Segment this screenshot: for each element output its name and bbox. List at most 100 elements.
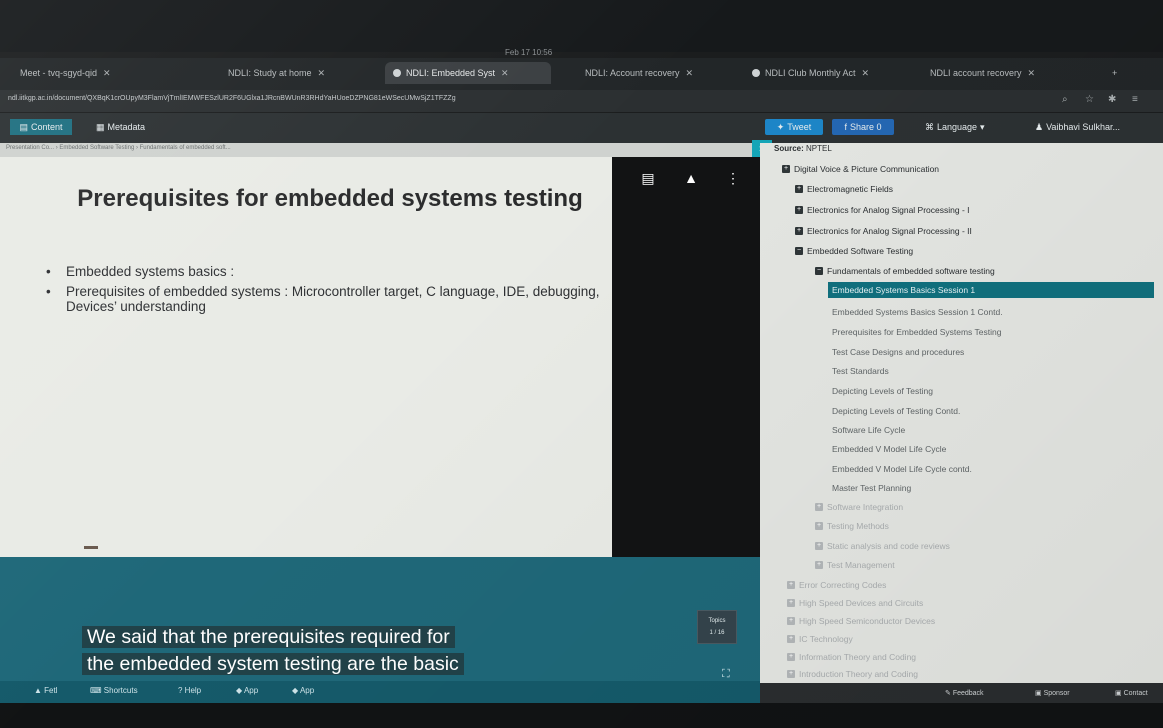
slide-bullet: Prerequisites of embedded systems : Micr… <box>46 284 606 315</box>
tab-study-at-home[interactable]: NDLI: Study at home ✕ <box>228 62 373 84</box>
tab-meet[interactable]: Meet - tvq-sgyd-qid ✕ <box>20 62 180 84</box>
breadcrumb[interactable]: Presentation Co... › Embedded Software T… <box>6 145 231 151</box>
user-icon: ♟ <box>1035 121 1044 132</box>
contact-link[interactable]: ▣ Contact <box>1115 689 1148 697</box>
favicon-icon <box>752 69 760 77</box>
expand-icon: + <box>787 670 795 678</box>
topics-count: 1 / 16 <box>709 630 725 636</box>
tree-item[interactable]: + IC Technology <box>787 634 853 644</box>
tree-item[interactable]: + Electronics for Analog Signal Processin… <box>795 205 970 215</box>
zoom-icon[interactable]: ⌕ <box>1062 94 1068 105</box>
expand-icon: + <box>787 653 795 661</box>
tab-label: NDLI Club Monthly Act <box>765 68 856 78</box>
tree-item[interactable]: + Electronics for Analog Signal Processin… <box>795 226 972 236</box>
tree-item[interactable]: + Digital Voice & Picture Communication <box>782 164 939 174</box>
tab-account-recovery-2[interactable]: NDLI account recovery ✕ <box>930 62 1080 84</box>
topics-badge[interactable]: Topics 1 / 16 <box>697 610 737 644</box>
favicon-icon <box>393 69 401 77</box>
close-icon[interactable]: ✕ <box>862 68 870 79</box>
bottom-btn-app[interactable]: ◆ App <box>236 686 258 695</box>
expand-icon: + <box>787 599 795 607</box>
tree-leaf[interactable]: Embedded Systems Basics Session 1 Contd. <box>832 307 1003 317</box>
tree-leaf[interactable]: Test Standards <box>832 366 889 376</box>
tab-club-monthly[interactable]: NDLI Club Monthly Act ✕ <box>752 62 917 84</box>
more-vertical-icon[interactable]: ⋮ <box>725 170 741 186</box>
tab-account-recovery[interactable]: NDLI: Account recovery ✕ <box>585 62 740 84</box>
tree-leaf-selected[interactable]: Embedded Systems Basics Session 1 <box>832 285 975 295</box>
expand-icon: + <box>787 635 795 643</box>
slide-bullet: Embedded systems basics : <box>46 264 606 280</box>
tab-embedded-systems[interactable]: NDLI: Embedded Syst ✕ <box>385 62 551 84</box>
expand-icon: + <box>815 522 823 530</box>
expand-icon: + <box>815 561 823 569</box>
tree-item[interactable]: + Information Theory and Coding <box>787 652 916 662</box>
extensions-icon[interactable]: ✱ <box>1108 94 1116 105</box>
bottom-btn-help[interactable]: ? Help <box>178 686 201 695</box>
bottom-btn-app-2[interactable]: ◆ App <box>292 686 314 695</box>
feedback-link[interactable]: ✎ Feedback <box>945 689 984 697</box>
tree-item[interactable]: + Testing Methods <box>815 521 889 531</box>
close-icon[interactable]: ✕ <box>103 68 111 79</box>
language-dropdown[interactable]: ⌘ Language ▾ <box>925 119 1015 135</box>
expand-icon: + <box>795 206 803 214</box>
tree-item-expanded[interactable]: − Embedded Software Testing <box>795 246 913 256</box>
tree-item[interactable]: + Electromagnetic Fields <box>795 184 893 194</box>
metadata-tab[interactable]: ▦ Metadata <box>96 119 176 135</box>
tree-leaf[interactable]: Embedded V Model Life Cycle <box>832 444 946 454</box>
close-icon[interactable]: ✕ <box>501 68 509 79</box>
tree-item[interactable]: + Error Correcting Codes <box>787 580 886 590</box>
tree-item[interactable]: + High Speed Semiconductor Devices <box>787 616 935 626</box>
tree-item-expanded[interactable]: − Fundamentals of embedded software testi… <box>815 266 995 276</box>
expand-icon: + <box>795 185 803 193</box>
system-clock: Feb 17 10:56 <box>505 48 553 57</box>
tree-item[interactable]: + Test Management <box>815 560 895 570</box>
video-side-panel <box>612 157 760 557</box>
graduation-cap-icon[interactable]: ▲ <box>683 170 699 186</box>
monitor-bezel-top <box>0 0 1163 52</box>
tab-label: NDLI: Account recovery <box>585 68 680 78</box>
tab-label: Meet - tvq-sgyd-qid <box>20 68 98 78</box>
slide-bullets: Embedded systems basics : Prerequisites … <box>46 264 606 319</box>
content-tab[interactable]: ▤ Content <box>10 119 72 135</box>
star-icon[interactable]: ☆ <box>1085 94 1094 105</box>
tree-leaf[interactable]: Depicting Levels of Testing <box>832 386 933 396</box>
close-icon[interactable]: ✕ <box>686 68 694 79</box>
tree-leaf[interactable]: Test Case Designs and procedures <box>832 347 964 357</box>
tree-item[interactable]: + Software Integration <box>815 502 903 512</box>
caption-line-2: the embedded system testing are the basi… <box>82 653 464 675</box>
new-tab-button[interactable]: + <box>1112 62 1132 84</box>
tree-leaf[interactable]: Prerequisites for Embedded Systems Testi… <box>832 327 1001 337</box>
translate-icon: ⌘ <box>925 121 934 132</box>
monitor-bezel-bottom <box>0 703 1163 728</box>
close-icon[interactable]: ✕ <box>318 68 326 79</box>
sponsor-link[interactable]: ▣ Sponsor <box>1035 689 1070 697</box>
user-menu[interactable]: ♟ Vaibhavi Sulkhar... <box>1035 119 1160 135</box>
tree-item[interactable]: + Static analysis and code reviews <box>815 541 950 551</box>
tree-leaf[interactable]: Embedded V Model Life Cycle contd. <box>832 464 972 474</box>
twitter-icon: ✦ <box>776 121 785 132</box>
content-icon: ▤ <box>19 121 28 132</box>
browser-tab-strip: Meet - tvq-sgyd-qid ✕ NDLI: Study at home… <box>0 58 1163 90</box>
tweet-button[interactable]: ✦ Tweet <box>765 119 823 135</box>
tree-leaf[interactable]: Master Test Planning <box>832 483 911 493</box>
list-view-icon[interactable]: ▤ <box>640 170 656 186</box>
collapse-icon: − <box>815 267 823 275</box>
video-caption: We said that the prerequisites required … <box>82 624 464 678</box>
menu-icon[interactable]: ≡ <box>1132 94 1138 105</box>
metadata-icon: ▦ <box>96 121 105 132</box>
bottom-btn-shortcuts[interactable]: ⌨ Shortcuts <box>90 686 138 695</box>
slide-mark <box>84 546 98 549</box>
collapse-icon: − <box>795 247 803 255</box>
tree-leaf[interactable]: Software Life Cycle <box>832 425 905 435</box>
fullscreen-icon[interactable]: ⛶ <box>722 668 738 682</box>
facebook-share-button[interactable]: f Share 0 <box>832 119 894 135</box>
expand-icon: + <box>815 542 823 550</box>
bottom-btn-fetl[interactable]: ▲ Fetl <box>34 686 57 695</box>
expand-icon: + <box>787 581 795 589</box>
tree-leaf[interactable]: Depicting Levels of Testing Contd. <box>832 406 960 416</box>
tab-label: NDLI account recovery <box>930 68 1022 78</box>
tree-item[interactable]: + Introduction Theory and Coding <box>787 669 918 679</box>
tree-item[interactable]: + High Speed Devices and Circuits <box>787 598 923 608</box>
url-text[interactable]: ndl.iitkgp.ac.in/document/QXBqK1crOUpyM3… <box>8 95 456 102</box>
close-icon[interactable]: ✕ <box>1028 68 1036 79</box>
